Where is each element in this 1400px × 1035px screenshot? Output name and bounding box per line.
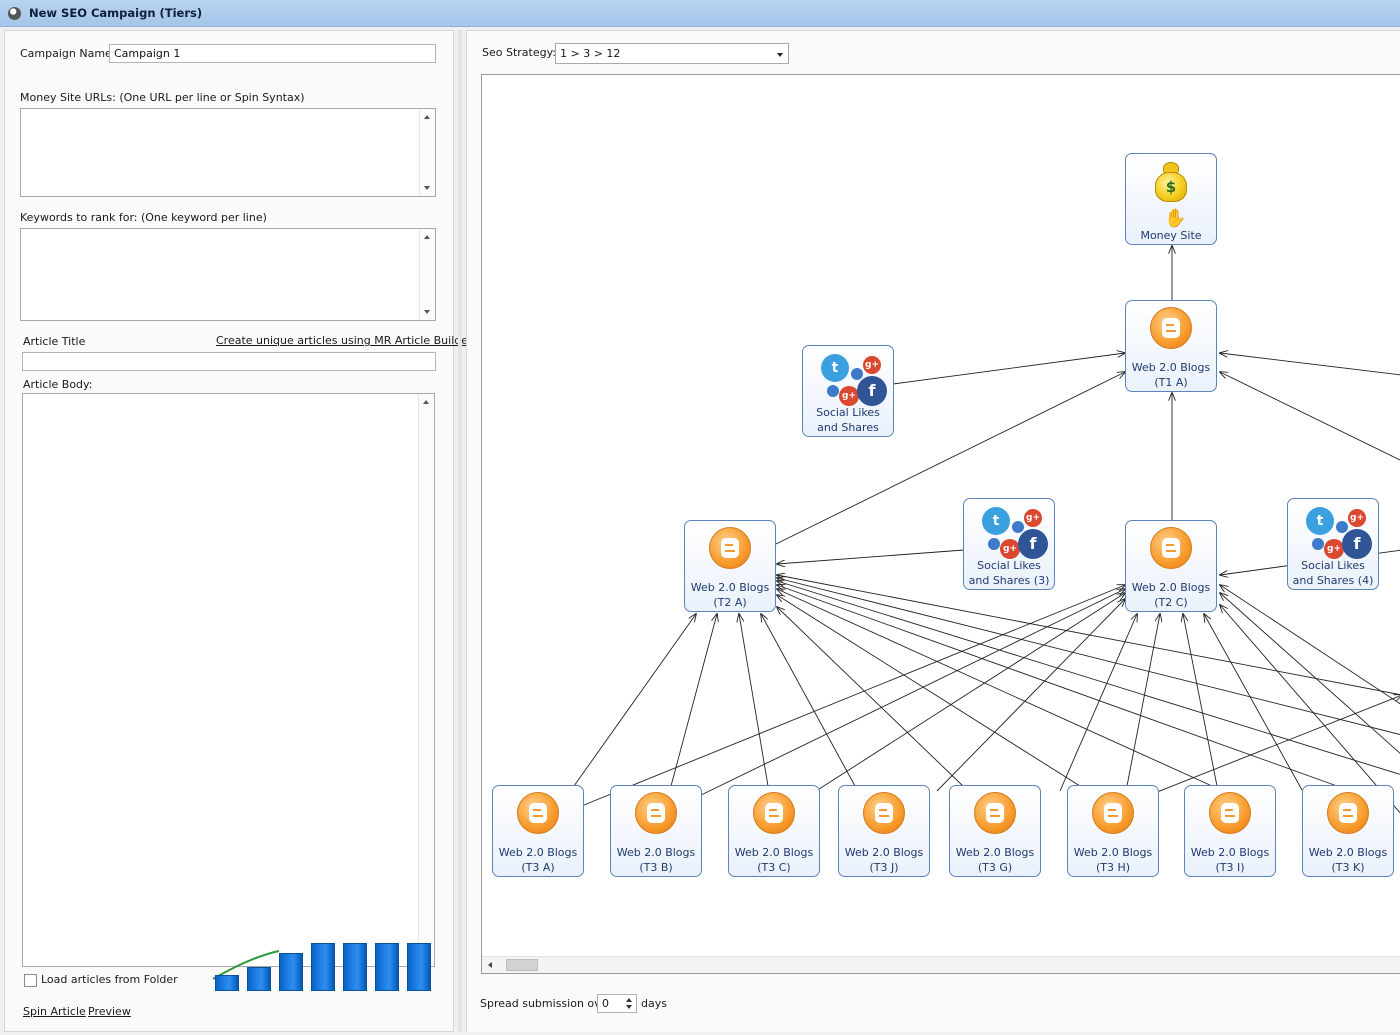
diagram-hscrollbar[interactable] <box>482 956 1400 973</box>
blogger-icon <box>517 792 559 834</box>
article-body-scrollbar[interactable] <box>418 394 434 966</box>
spin-article-link[interactable]: Spin Article <box>23 1005 86 1018</box>
chevron-down-icon[interactable] <box>777 53 783 57</box>
node-label: Web 2.0 Blogs (T1 A) <box>1131 361 1211 389</box>
money-urls-scrollbar[interactable] <box>419 109 435 196</box>
node-label: Web 2.0 Blogs (T3 H) <box>1073 846 1153 874</box>
node-label: Social Likes and Shares (4) <box>1292 559 1374 587</box>
growth-chart-logo <box>211 937 441 993</box>
article-body-textarea[interactable] <box>22 393 435 967</box>
social-icon: t g+ g+ f <box>1300 505 1372 561</box>
keywords-scrollbar[interactable] <box>419 229 435 320</box>
hand-cursor-icon: ✋ <box>1164 208 1187 229</box>
blogger-icon <box>1092 792 1134 834</box>
node-money-site[interactable]: $ ✋ Money Site <box>1125 153 1217 245</box>
campaign-name-label: Campaign Name: <box>20 47 116 60</box>
blogger-icon <box>1150 307 1192 349</box>
window-title: New SEO Campaign (Tiers) <box>29 6 203 20</box>
scroll-thumb[interactable] <box>506 959 538 971</box>
node-social-likes-3[interactable]: t g+ g+ f Social Likes and Shares (3) <box>963 498 1055 590</box>
node-t3i[interactable]: Web 2.0 Blogs (T3 I) <box>1184 785 1276 877</box>
node-t2a[interactable]: Web 2.0 Blogs (T2 A) <box>684 520 776 612</box>
blogger-icon <box>635 792 677 834</box>
social-icon: t g+ g+ f <box>815 352 887 408</box>
money-urls-label: Money Site URLs: (One URL per line or Sp… <box>20 91 305 104</box>
spread-days-value: 0 <box>602 997 609 1010</box>
seo-strategy-label: Seo Strategy: <box>482 46 557 59</box>
node-label: Web 2.0 Blogs (T3 I) <box>1190 846 1270 874</box>
strategy-panel: Seo Strategy: 1 > 3 > 12 $ ✋ Money Site … <box>466 30 1400 1032</box>
money-urls-textarea[interactable] <box>20 108 436 197</box>
article-builder-link[interactable]: Create unique articles using MR Article … <box>216 334 473 347</box>
node-label: Social Likes and Shares (3) <box>968 559 1050 587</box>
node-t1a[interactable]: Web 2.0 Blogs (T1 A) <box>1125 300 1217 392</box>
chevron-left-icon[interactable] <box>488 962 492 968</box>
article-body-label: Article Body: <box>23 378 93 391</box>
node-label: Web 2.0 Blogs (T2 C) <box>1131 581 1211 609</box>
article-title-input[interactable] <box>22 352 436 371</box>
blogger-icon <box>753 792 795 834</box>
blogger-icon <box>1150 527 1192 569</box>
node-label: Web 2.0 Blogs (T3 J) <box>844 846 924 874</box>
stepper-up-icon[interactable] <box>626 998 632 1002</box>
stepper-down-icon[interactable] <box>626 1005 632 1009</box>
node-t3b[interactable]: Web 2.0 Blogs (T3 B) <box>610 785 702 877</box>
node-t3a[interactable]: Web 2.0 Blogs (T3 A) <box>492 785 584 877</box>
spread-days-stepper[interactable]: 0 <box>597 994 637 1013</box>
preview-link[interactable]: Preview <box>88 1005 131 1018</box>
node-label: Web 2.0 Blogs (T3 C) <box>734 846 814 874</box>
campaign-name-input[interactable]: Campaign 1 <box>109 44 436 63</box>
money-bag-icon: $ <box>1149 160 1193 206</box>
blogger-icon <box>709 527 751 569</box>
days-label: days <box>641 997 667 1010</box>
social-icon: t g+ g+ f <box>976 505 1048 561</box>
keywords-label: Keywords to rank for: (One keyword per l… <box>20 211 267 224</box>
keywords-textarea[interactable] <box>20 228 436 321</box>
load-folder-label: Load articles from Folder <box>41 973 178 986</box>
node-social-likes-1[interactable]: t g+ g+ f Social Likes and Shares <box>802 345 894 437</box>
node-label: Web 2.0 Blogs (T3 G) <box>955 846 1035 874</box>
node-t2c[interactable]: Web 2.0 Blogs (T2 C) <box>1125 520 1217 612</box>
load-folder-checkbox[interactable] <box>24 974 37 987</box>
node-t3j[interactable]: Web 2.0 Blogs (T3 J) <box>838 785 930 877</box>
node-label: Web 2.0 Blogs (T3 B) <box>616 846 696 874</box>
node-label: Web 2.0 Blogs (T2 A) <box>690 581 770 609</box>
blogger-icon <box>1209 792 1251 834</box>
panel-splitter[interactable] <box>458 30 462 1032</box>
node-t3k[interactable]: Web 2.0 Blogs (T3 K) <box>1302 785 1394 877</box>
node-t3h[interactable]: Web 2.0 Blogs (T3 H) <box>1067 785 1159 877</box>
app-icon <box>8 6 21 20</box>
node-social-likes-4[interactable]: t g+ g+ f Social Likes and Shares (4) <box>1287 498 1379 590</box>
node-t3g[interactable]: Web 2.0 Blogs (T3 G) <box>949 785 1041 877</box>
seo-strategy-select[interactable]: 1 > 3 > 12 <box>555 43 789 64</box>
node-t3c[interactable]: Web 2.0 Blogs (T3 C) <box>728 785 820 877</box>
campaign-form-panel: Campaign Name: Campaign 1 Money Site URL… <box>4 30 473 1032</box>
title-bar: New SEO Campaign (Tiers) <box>0 0 1400 27</box>
node-label: Money Site <box>1140 229 1202 242</box>
spread-submission-label: Spread submission over <box>480 997 612 1010</box>
seo-strategy-value: 1 > 3 > 12 <box>560 47 621 60</box>
node-label: Web 2.0 Blogs (T3 K) <box>1308 846 1388 874</box>
tier-diagram-canvas[interactable]: $ ✋ Money Site Web 2.0 Blogs (T1 A) t g+ g+… <box>481 74 1400 974</box>
article-title-label: Article Title <box>23 335 86 348</box>
blogger-icon <box>974 792 1016 834</box>
node-label: Web 2.0 Blogs (T3 A) <box>498 846 578 874</box>
blogger-icon <box>863 792 905 834</box>
blogger-icon <box>1327 792 1369 834</box>
node-label: Social Likes and Shares <box>816 406 880 434</box>
